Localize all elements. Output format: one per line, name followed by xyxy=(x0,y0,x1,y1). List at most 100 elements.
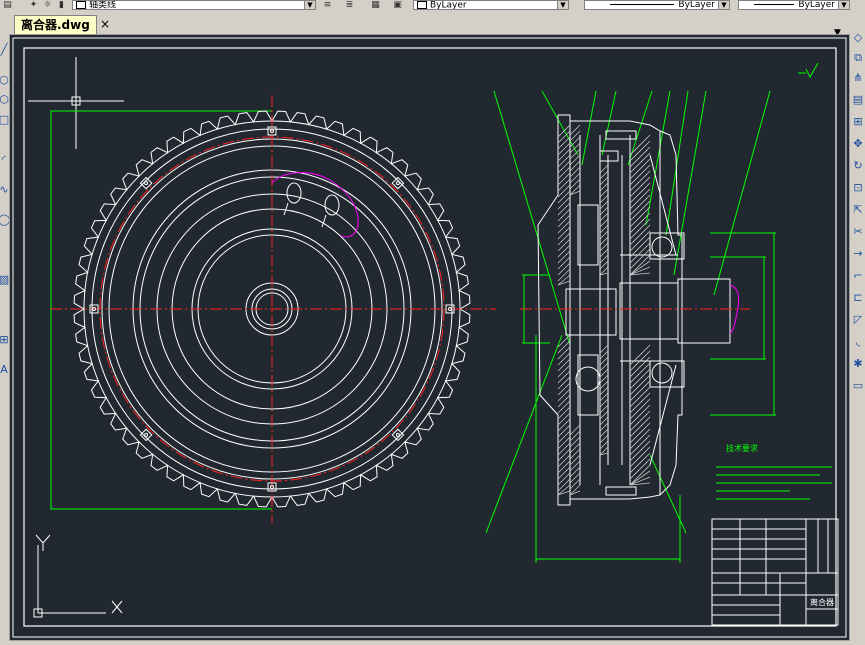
hatch-line xyxy=(557,214,571,228)
linetype-preview xyxy=(610,4,675,5)
hatch-line xyxy=(557,442,571,456)
hatch-line xyxy=(557,196,571,210)
hatch-line xyxy=(629,458,651,480)
break-icon[interactable]: ⌐ xyxy=(852,270,864,282)
side-section-view xyxy=(485,90,776,563)
hatch-line xyxy=(629,176,651,198)
layout-tabs-bar xyxy=(0,641,865,645)
extend-icon[interactable]: → xyxy=(852,248,864,260)
layer-icon[interactable]: ▤ xyxy=(2,0,13,10)
cad-drawing[interactable]: 技术要求 离合器 xyxy=(10,35,849,640)
linetype-dropdown[interactable]: ByLayer ▼ xyxy=(584,0,730,10)
hatch-line xyxy=(569,436,581,448)
hatch-line xyxy=(569,472,581,484)
offset-icon[interactable]: ▤ xyxy=(852,94,864,106)
lock-icon[interactable]: ▮ xyxy=(56,0,67,10)
hatch-line xyxy=(629,170,651,192)
layer-state-icon[interactable]: ≡ xyxy=(322,0,333,10)
hatch-line xyxy=(629,428,651,450)
hatch-line xyxy=(569,160,581,172)
properties-icon[interactable]: ▭ xyxy=(852,380,864,392)
bolt-center-5 xyxy=(144,181,149,186)
chevron-down-icon[interactable]: ▼ xyxy=(304,1,315,9)
bolt-center-3 xyxy=(144,432,149,437)
hatch-line xyxy=(629,440,651,462)
scale-icon[interactable]: ⊡ xyxy=(852,182,864,194)
bolt-center-2 xyxy=(270,485,274,489)
layer-match-icon[interactable]: ▦ xyxy=(370,0,381,10)
layer-isolate-icon[interactable]: ▣ xyxy=(392,0,403,10)
fillet-icon[interactable]: ◟ xyxy=(852,336,864,348)
sun-icon[interactable]: ☼ xyxy=(42,0,53,10)
hatch-line xyxy=(557,466,571,480)
crosshair-cursor xyxy=(28,57,124,149)
close-icon[interactable]: × xyxy=(100,16,110,32)
document-tab[interactable]: 离合器.dwg xyxy=(14,15,97,34)
hatch-line xyxy=(569,172,581,184)
explode-icon[interactable]: ✱ xyxy=(852,358,864,370)
move-icon[interactable]: ✥ xyxy=(852,138,864,150)
stretch-icon[interactable]: ⇱ xyxy=(852,204,864,216)
linetype-dropdown-value: ByLayer xyxy=(678,0,715,10)
hatch-line xyxy=(629,188,651,210)
array-icon[interactable]: ⊞ xyxy=(852,116,864,128)
hatch-line xyxy=(629,446,651,468)
hatch-line xyxy=(557,178,571,192)
chevron-down-icon[interactable]: ▼ xyxy=(557,1,568,9)
hatch-line xyxy=(557,208,571,222)
lineweight-dropdown[interactable]: ByLayer ▼ xyxy=(738,0,850,10)
hatch-line xyxy=(629,422,651,444)
hatch-line xyxy=(569,142,581,154)
hatch-line xyxy=(557,274,571,286)
hatch-line xyxy=(557,154,571,168)
trim-icon[interactable]: ✂ xyxy=(852,226,864,238)
hatch-line xyxy=(557,232,571,246)
layer-previous-icon[interactable]: ≣ xyxy=(344,0,355,10)
hatch-line xyxy=(629,392,651,414)
layer-dropdown[interactable]: 轴类线 ▼ xyxy=(72,0,316,10)
front-view-center-lines xyxy=(50,95,496,523)
drawing-canvas[interactable]: 技术要求 离合器 xyxy=(9,34,850,641)
rotate-icon[interactable]: ↻ xyxy=(852,160,864,172)
color-dropdown[interactable]: ByLayer ▼ xyxy=(413,0,569,10)
hatch-line xyxy=(629,362,651,384)
hatch-line xyxy=(557,340,571,354)
title-block xyxy=(711,518,839,626)
hatch-line xyxy=(557,376,571,390)
erase-icon[interactable]: ◇ xyxy=(852,32,864,44)
title-block-name: 离合器 xyxy=(810,597,834,607)
hatch-line xyxy=(557,358,571,372)
hatch-line xyxy=(629,404,651,426)
hatch-line xyxy=(629,356,651,378)
hatch-line xyxy=(557,460,571,474)
hatch-line xyxy=(557,136,571,150)
hatch-line xyxy=(557,256,571,270)
properties-toolbar: ▤ ✦ ☼ ▮ 轴类线 ▼ ≡ ≣ ▦ ▣ ByLayer ▼ ByLayer … xyxy=(0,0,865,12)
hatch-line xyxy=(569,184,581,196)
hatch-line xyxy=(629,434,651,456)
hatch-line xyxy=(569,442,581,454)
join-icon[interactable]: ⊏ xyxy=(852,292,864,304)
draw-toolbar: ╱ ○ ⬡ □ ◜ ∿ ◯ ▧ ⊞ A xyxy=(0,34,10,645)
hatch-line xyxy=(629,386,651,408)
hatch-line xyxy=(569,166,581,178)
hatch-line xyxy=(557,190,571,204)
hatch-line xyxy=(629,242,651,264)
color-swatch-icon xyxy=(417,1,427,9)
chevron-down-icon[interactable]: ▼ xyxy=(718,1,729,9)
hatch-line xyxy=(629,158,651,180)
hatch-line xyxy=(629,380,651,402)
outer-frame xyxy=(12,37,847,638)
chamfer-icon[interactable]: ◸ xyxy=(852,314,864,326)
layer-dropdown-value: 轴类线 xyxy=(89,0,117,10)
hatch-line xyxy=(557,268,571,282)
chevron-down-icon[interactable]: ▼ xyxy=(838,1,849,9)
hatch-line xyxy=(557,418,571,432)
light-bulb-icon[interactable]: ✦ xyxy=(28,0,39,10)
hatch-line xyxy=(557,406,571,420)
hatch-line xyxy=(557,250,571,264)
copy-icon[interactable]: ⧉ xyxy=(852,52,864,64)
mirror-icon[interactable]: ⋔ xyxy=(852,72,864,84)
section-detail xyxy=(271,172,359,238)
tech-requirements-title: 技术要求 xyxy=(726,443,758,453)
